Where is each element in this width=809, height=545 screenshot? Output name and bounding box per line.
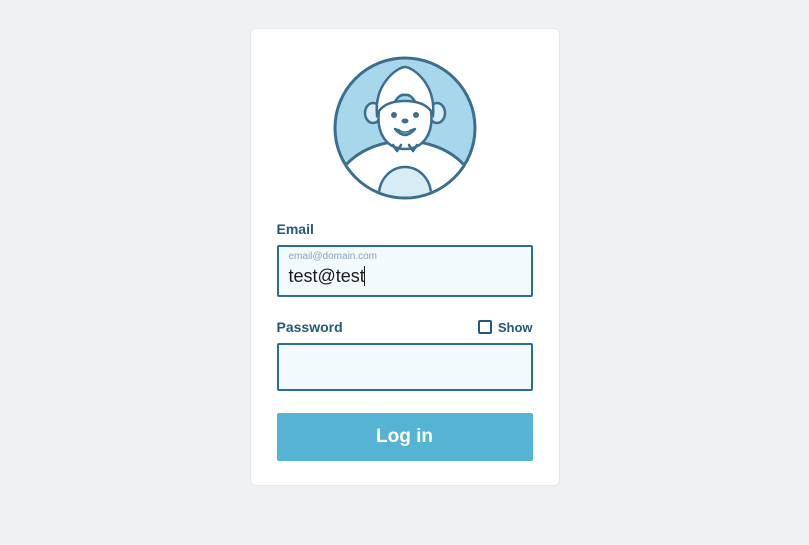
login-card: Email email@domain.com test@test Passwor… bbox=[250, 28, 560, 486]
email-placeholder-float: email@domain.com bbox=[289, 251, 521, 263]
password-label-row: Password Show bbox=[277, 319, 533, 335]
yeti-avatar-icon bbox=[330, 53, 480, 203]
email-input-wrap[interactable]: email@domain.com test@test bbox=[277, 245, 533, 297]
password-input-wrap[interactable] bbox=[277, 343, 533, 391]
password-field-group: Password Show bbox=[277, 319, 533, 391]
avatar-container bbox=[277, 53, 533, 203]
email-input-value: test@test bbox=[289, 263, 365, 289]
email-label: Email bbox=[277, 221, 533, 237]
login-button[interactable]: Log in bbox=[277, 413, 533, 461]
email-input[interactable]: test@test bbox=[289, 263, 521, 289]
password-label: Password bbox=[277, 319, 343, 335]
show-password-label: Show bbox=[498, 320, 533, 335]
checkbox-icon bbox=[478, 320, 492, 334]
password-input[interactable] bbox=[289, 345, 521, 389]
text-cursor-icon bbox=[364, 266, 365, 286]
show-password-toggle[interactable]: Show bbox=[478, 320, 533, 335]
email-field-group: Email email@domain.com test@test bbox=[277, 221, 533, 297]
